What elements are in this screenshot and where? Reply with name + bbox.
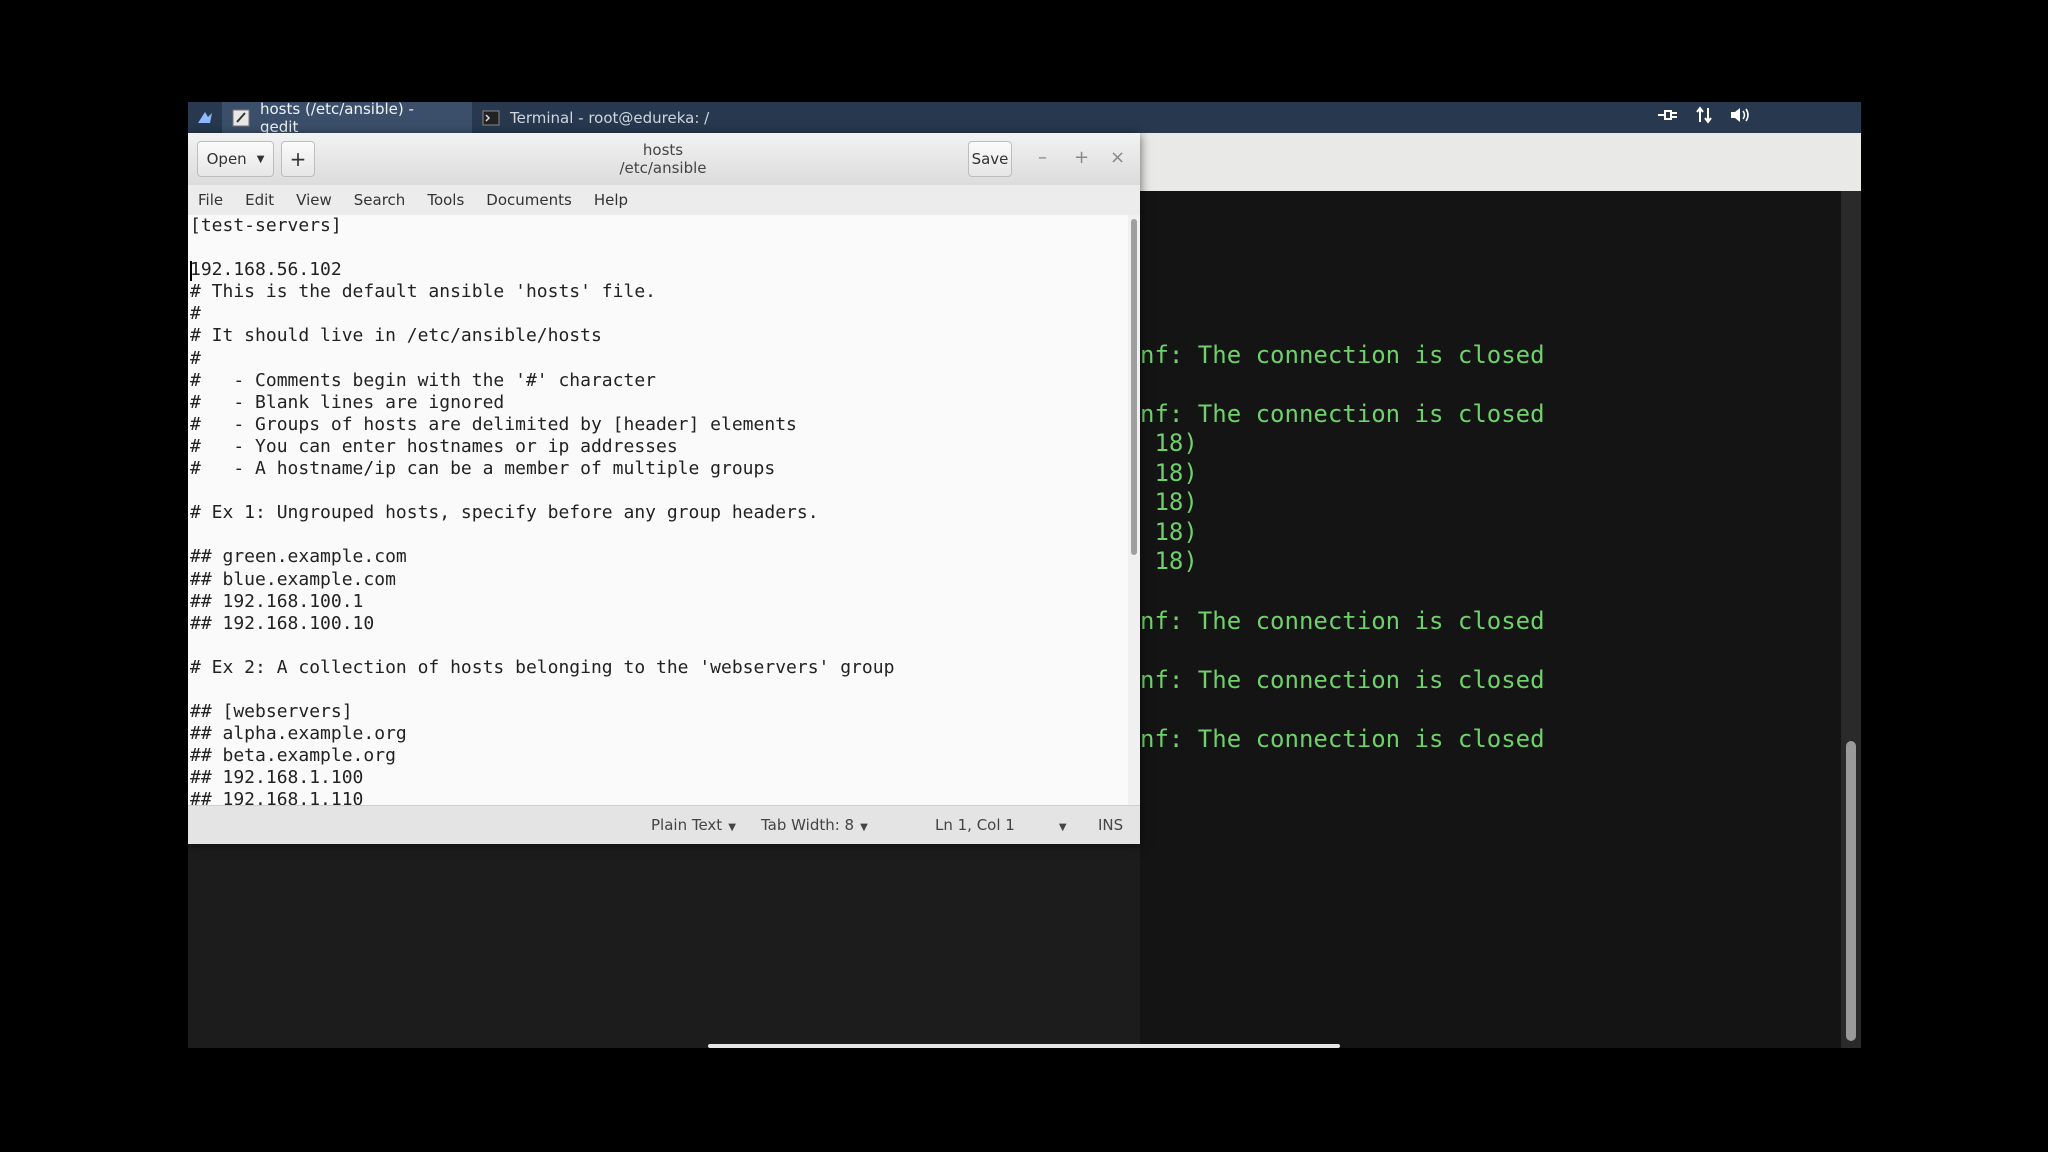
open-button-label: Open [206, 150, 247, 168]
taskbar-item-gedit[interactable]: hosts (/etc/ansible) - gedit [222, 102, 472, 136]
maximize-button[interactable]: + [1074, 147, 1089, 168]
text-editor-area[interactable]: [test-servers] 192.168.56.102 # This is th… [188, 215, 1128, 805]
terminal-line: 18) [1140, 488, 1198, 516]
editor-line: # It should live in /etc/ansible/hosts [190, 325, 602, 347]
gedit-window: Open ▼ + hosts /etc/ansible Save – + × F… [188, 133, 1140, 844]
editor-line: ## green.example.com [190, 546, 407, 568]
chevron-down-icon: ▼ [256, 153, 265, 165]
terminal-line: nf: The connection is closed [1140, 666, 1545, 694]
editor-line: ## blue.example.com [190, 568, 396, 590]
system-tray [1657, 102, 1751, 133]
desktop-screen: hosts (/etc/ansible) - gedit Terminal - … [188, 102, 1861, 1048]
editor-line: # Ex 1: Ungrouped hosts, specify before … [190, 502, 819, 524]
minimize-button[interactable]: – [1038, 147, 1047, 168]
transfer-arrows-icon[interactable] [1695, 106, 1713, 129]
document-title: hosts [642, 141, 684, 159]
gedit-headerbar: Open ▼ + hosts /etc/ansible Save – + × [188, 133, 1140, 186]
editor-line: # - Blank lines are ignored [190, 391, 505, 413]
terminal-line: nf: The connection is closed [1140, 607, 1545, 635]
editor-line: ## 192.168.100.10 [190, 612, 375, 634]
editor-line: # - Groups of hosts are delimited by [he… [190, 413, 797, 435]
editor-line: 192.168.56.102 [190, 259, 342, 281]
menu-view[interactable]: View [296, 191, 332, 209]
text-editor-icon [232, 109, 250, 127]
tab-width-label: Tab Width: 8 [761, 816, 855, 834]
editor-scrollbar[interactable] [1128, 215, 1140, 805]
terminal-line: 18) [1140, 429, 1198, 457]
status-bar: Plain Text ▼ Tab Width: 8 ▼ Ln 1, Col 1 ▼ I… [188, 805, 1140, 844]
editor-line: # Ex 2: A collection of hosts belonging … [190, 656, 895, 678]
save-button[interactable]: Save [968, 141, 1012, 177]
taskbar-item-terminal[interactable]: Terminal - root@edureka: / [472, 102, 725, 133]
open-button[interactable]: Open ▼ [197, 141, 274, 177]
network-plug-icon[interactable] [1657, 107, 1679, 128]
editor-line: # [190, 303, 201, 325]
language-label: Plain Text [651, 816, 723, 834]
editor-scrollbar-thumb[interactable] [1131, 219, 1137, 555]
tab-width-selector[interactable]: Tab Width: 8 ▼ [761, 816, 868, 834]
menu-search[interactable]: Search [354, 191, 406, 209]
editor-text: [test-servers] 192.168.56.102 # This is th… [188, 215, 1128, 805]
terminal-output[interactable]: nf: The connection is closed nf: The con… [1140, 191, 1841, 1048]
terminal-titlebar [1140, 133, 1861, 191]
terminal-line: 18) [1140, 518, 1198, 546]
new-tab-button[interactable]: + [281, 141, 315, 177]
terminal-line: nf: The connection is closed [1140, 725, 1545, 753]
taskbar: hosts (/etc/ansible) - gedit Terminal - … [188, 102, 1861, 136]
chevron-down-icon: ▼ [728, 822, 736, 833]
insert-mode: INS [1098, 816, 1124, 834]
terminal-line: 18) [1140, 459, 1198, 487]
editor-line: ## 192.168.1.110 [190, 789, 364, 805]
editor-line: # This is the default ansible 'hosts' fi… [190, 281, 656, 303]
menu-help[interactable]: Help [594, 191, 628, 209]
menu-tools[interactable]: Tools [427, 191, 464, 209]
language-selector[interactable]: Plain Text ▼ [651, 816, 736, 834]
document-path: /etc/ansible [619, 159, 707, 177]
menu-bar: File Edit View Search Tools Documents He… [188, 185, 1140, 215]
editor-line: ## [webservers] [190, 701, 353, 723]
editor-line: ## 192.168.1.100 [190, 767, 364, 789]
menu-logo-icon[interactable] [188, 102, 222, 133]
editor-line: # - You can enter hostnames or ip addres… [190, 435, 678, 457]
editor-line: ## beta.example.org [190, 745, 396, 767]
editor-line: ## alpha.example.org [190, 723, 407, 745]
volume-icon[interactable] [1729, 106, 1751, 129]
terminal-scrollbar-thumb[interactable] [1846, 741, 1856, 1041]
cursor-position-label: Ln 1, Col 1 [935, 816, 1015, 834]
editor-line: ## 192.168.100.1 [190, 590, 364, 612]
chevron-down-icon: ▼ [1058, 822, 1067, 833]
window-title: hosts /etc/ansible [568, 141, 758, 177]
cursor-position[interactable]: Ln 1, Col 1 ▼ [935, 816, 1067, 834]
editor-line: [test-servers] [190, 215, 342, 236]
text-cursor [190, 261, 192, 281]
bottom-progress-bar [708, 1044, 1340, 1048]
editor-line: # - Comments begin with the '#' characte… [190, 369, 656, 391]
terminal-line: nf: The connection is closed [1140, 400, 1545, 428]
menu-edit[interactable]: Edit [245, 191, 274, 209]
chevron-down-icon: ▼ [860, 822, 868, 833]
editor-line: # - A hostname/ip can be a member of mul… [190, 458, 776, 480]
close-button[interactable]: × [1110, 147, 1125, 168]
terminal-icon [482, 109, 500, 127]
taskbar-item-gedit-label: hosts (/etc/ansible) - gedit [260, 102, 414, 136]
taskbar-item-terminal-label: Terminal - root@edureka: / [510, 108, 710, 127]
terminal-line: nf: The connection is closed [1140, 341, 1545, 369]
editor-line: # [190, 347, 201, 369]
menu-documents[interactable]: Documents [486, 191, 572, 209]
terminal-scrollbar[interactable] [1841, 191, 1861, 1048]
terminal-line: 18) [1140, 547, 1198, 575]
menu-file[interactable]: File [198, 191, 223, 209]
